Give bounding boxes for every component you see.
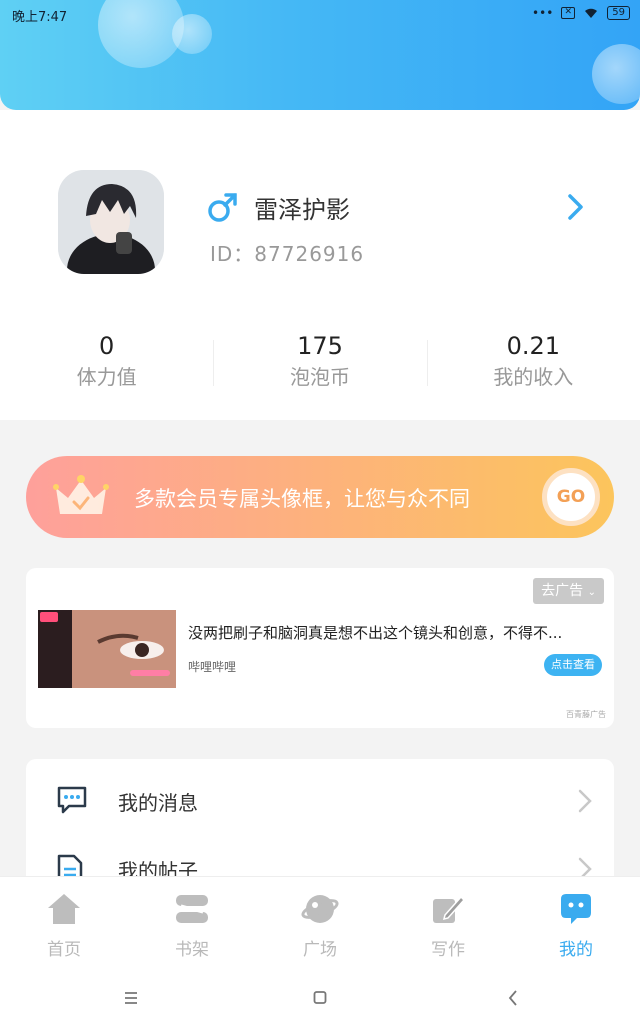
ad-title[interactable]: 没两把刷子和脑洞真是想不出这个镜头和创意，不得不...: [188, 622, 598, 643]
tab-label: 写作: [431, 940, 465, 960]
male-gender-icon: [208, 193, 237, 222]
menu-lines-icon[interactable]: [124, 986, 138, 1010]
bottom-tab-bar: 首页 书架 广场 写作 我的: [0, 876, 640, 972]
bookshelf-icon: [176, 895, 208, 923]
stats-row: 0 体力值 175 泡泡币 0.21 我的收入: [0, 330, 640, 400]
stat-bubble-coins[interactable]: 175 泡泡币: [213, 330, 426, 400]
ad-source: 哔哩哔哩: [188, 660, 237, 674]
ad-view-button[interactable]: 点击查看: [544, 654, 602, 676]
tab-label: 我的: [559, 940, 593, 960]
home-icon: [48, 894, 80, 924]
tab-label: 首页: [47, 940, 81, 960]
system-navigation-bar: [0, 972, 640, 1024]
tab-bookshelf[interactable]: 书架: [128, 877, 256, 972]
remove-ad-label: 去广告: [541, 583, 584, 599]
tab-write[interactable]: 写作: [384, 877, 512, 972]
remove-ad-button[interactable]: 去广告 ⌄: [533, 578, 604, 604]
stat-label: 泡泡币: [289, 365, 350, 389]
pen-icon: [433, 895, 466, 923]
tab-home[interactable]: 首页: [0, 877, 128, 972]
stat-value: 175: [297, 332, 343, 360]
stat-value: 0.21: [506, 332, 561, 360]
back-arrow-icon[interactable]: [506, 986, 520, 1010]
message-bubble-icon: [57, 786, 87, 814]
home-square-icon[interactable]: [313, 986, 327, 1010]
stat-value: 0: [99, 332, 115, 360]
decorative-bubble: [592, 44, 640, 104]
profile-card[interactable]: 雷泽护影 ID：87726916 0 体力值 175 泡泡币 0.21 我的收入: [0, 110, 640, 420]
ad-card[interactable]: 去广告 ⌄ 没两把刷子和脑洞真是想不出这个镜头和创意，不得不... 哔哩哔哩 点…: [26, 568, 614, 728]
menu-item-messages[interactable]: 我的消息: [26, 763, 614, 831]
ad-thumbnail-image: [38, 610, 176, 688]
more-dots-icon: •••: [532, 6, 554, 20]
status-icons: ••• ✕ 59: [532, 6, 630, 20]
tab-square[interactable]: 广场: [256, 877, 384, 972]
user-id: ID：87726916: [210, 242, 365, 266]
stat-label: 体力值: [76, 365, 137, 389]
notification-x-icon: ✕: [561, 7, 576, 19]
chevron-right-icon: [578, 789, 592, 813]
username: 雷泽护影: [254, 196, 350, 224]
tab-label: 书架: [175, 940, 209, 960]
tab-mine[interactable]: 我的: [512, 877, 640, 972]
status-time: 晚上7:47: [12, 10, 68, 25]
ad-thumbnail[interactable]: [38, 610, 176, 688]
chevron-right-icon[interactable]: [566, 192, 586, 222]
planet-icon: [301, 895, 339, 923]
chevron-down-icon: ⌄: [587, 587, 596, 598]
decorative-bubble: [172, 14, 212, 54]
ad-provider-tag: 百青藤广告: [566, 710, 606, 719]
stat-income[interactable]: 0.21 我的收入: [426, 330, 640, 400]
vip-banner[interactable]: 多款会员专属头像框，让您与众不同 GO: [26, 456, 614, 538]
battery-icon: 59: [607, 6, 630, 20]
wifi-icon: [585, 8, 598, 18]
avatar-image: [58, 170, 164, 274]
chat-face-icon: [561, 894, 591, 924]
avatar[interactable]: [58, 170, 164, 274]
crown-icon: [53, 475, 109, 514]
vip-banner-text: 多款会员专属头像框，让您与众不同: [134, 487, 470, 511]
stat-label: 我的收入: [493, 365, 574, 389]
stat-stamina[interactable]: 0 体力值: [0, 330, 213, 400]
menu-item-label: 我的消息: [118, 791, 198, 815]
go-button[interactable]: GO: [542, 468, 600, 526]
tab-label: 广场: [303, 940, 337, 960]
